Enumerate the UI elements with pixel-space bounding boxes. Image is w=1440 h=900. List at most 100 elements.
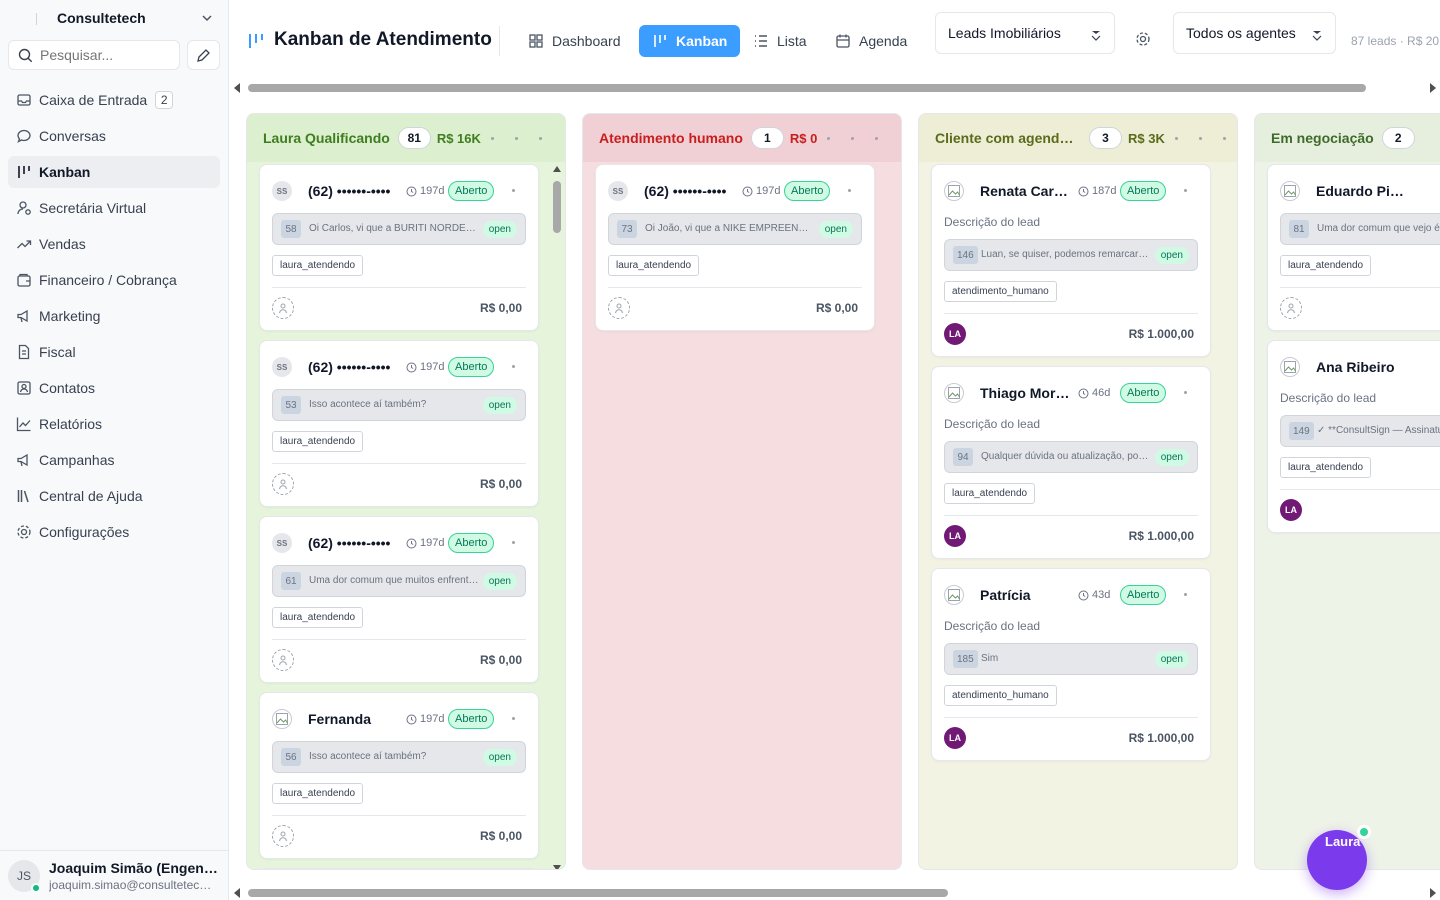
- scrollbar-thumb[interactable]: [553, 181, 561, 233]
- user-name: Joaquim Simão (Engenharia): [49, 860, 221, 876]
- scroll-left-arrow[interactable]: [234, 83, 240, 93]
- sidebar-item-central[interactable]: Central de Ajuda: [8, 480, 220, 512]
- scroll-right-arrow[interactable]: [1430, 888, 1436, 898]
- tab-lista[interactable]: Lista: [740, 25, 820, 57]
- lead-card[interactable]: Renata Cardoso 187dAberto Descrição do lea…: [931, 164, 1211, 357]
- sidebar-item-kanban[interactable]: Kanban: [8, 156, 220, 188]
- agent-select[interactable]: Todos os agentes: [1173, 12, 1336, 54]
- tab-agenda[interactable]: Agenda: [822, 25, 920, 57]
- scroll-up-arrow[interactable]: [553, 166, 561, 172]
- owner-avatar[interactable]: LA: [944, 525, 966, 547]
- last-message[interactable]: 56 Isso acontece aí também? open: [272, 741, 526, 773]
- lead-card[interactable]: SS (62) ••••••-•••• 197d Aberto 73 Oi João, v…: [595, 164, 875, 331]
- assign-owner-button[interactable]: [608, 297, 630, 319]
- card-menu-button[interactable]: [1184, 189, 1187, 192]
- sidebar-item-marketing[interactable]: Marketing: [8, 300, 220, 332]
- sidebar-item-configuracoes[interactable]: Configurações: [8, 516, 220, 548]
- chevron-down-icon: [202, 15, 212, 22]
- card-divider: [272, 639, 526, 640]
- column-actions[interactable]: [1174, 136, 1226, 140]
- lead-tag[interactable]: laura_atendendo: [272, 607, 364, 628]
- pipeline-select[interactable]: Leads Imobiliários: [935, 12, 1115, 54]
- column-header[interactable]: Laura Qualificando 81 R$ 16K: [247, 114, 565, 162]
- lead-tag[interactable]: atendimento_humano: [944, 685, 1057, 706]
- lead-tag[interactable]: laura_atendendo: [608, 255, 700, 276]
- assign-owner-button[interactable]: [1280, 297, 1302, 319]
- card-menu-button[interactable]: [512, 365, 515, 368]
- tab-dashboard[interactable]: Dashboard: [515, 25, 634, 57]
- lead-card[interactable]: SS (62) ••••••-•••• 197d Aberto 53 Isso acont…: [259, 340, 539, 507]
- assistant-button[interactable]: Laura: [1307, 825, 1371, 890]
- sidebar-item-vendas[interactable]: Vendas: [8, 228, 220, 260]
- column-header[interactable]: Cliente com agendamento 3 R$ 3K: [919, 114, 1237, 162]
- sidebar-item-relatorios[interactable]: Relatórios: [8, 408, 220, 440]
- column-scrollbar[interactable]: [551, 166, 563, 869]
- lead-card[interactable]: Fernanda 197d Aberto 56 Isso acontece aí tam…: [259, 692, 539, 859]
- last-message[interactable]: 81 Uma dor comum que vejo é...: [1280, 213, 1440, 245]
- lead-tag[interactable]: atendimento_humano: [944, 281, 1057, 302]
- lead-tag[interactable]: laura_atendendo: [272, 431, 364, 452]
- scrollbar-thumb[interactable]: [248, 889, 948, 897]
- lead-card[interactable]: Patrícia 43d Aberto Descrição do lead 185 Sim…: [931, 568, 1211, 761]
- column-header[interactable]: Atendimento humano 1 R$ 0: [583, 114, 901, 162]
- gear-icon[interactable]: [1135, 31, 1151, 47]
- scroll-left-arrow[interactable]: [234, 888, 240, 898]
- column-header[interactable]: Em negociação 2: [1255, 114, 1440, 162]
- compose-button[interactable]: [187, 40, 220, 70]
- column-actions[interactable]: [490, 136, 542, 140]
- sidebar-item-contatos[interactable]: Contatos: [8, 372, 220, 404]
- lead-card[interactable]: Ana Ribeiro Descrição do lead 149 ✓ **Consu…: [1267, 340, 1440, 533]
- scroll-down-arrow[interactable]: [553, 865, 561, 869]
- board-scrollbar-bottom[interactable]: [230, 885, 1440, 900]
- status-badge: Aberto: [448, 181, 495, 201]
- last-message[interactable]: 53 Isso acontece aí também? open: [272, 389, 526, 421]
- lead-card[interactable]: SS (62) ••••••-•••• 197d Aberto 61 Uma dor co…: [259, 516, 539, 683]
- assign-owner-button[interactable]: [272, 649, 294, 671]
- scrollbar-thumb[interactable]: [248, 84, 1366, 92]
- card-menu-button[interactable]: [848, 189, 851, 192]
- last-message[interactable]: 146Luan, se quiser, podemos remarcar nos…: [944, 239, 1198, 271]
- lead-tag[interactable]: laura_atendendo: [944, 483, 1036, 504]
- user-placeholder-icon: [279, 303, 287, 314]
- column-actions[interactable]: [827, 136, 879, 140]
- sidebar-item-financeiro[interactable]: Financeiro / Cobrança: [8, 264, 220, 296]
- lead-card[interactable]: Thiago Moraes 46d Aberto Descrição do lead 9…: [931, 366, 1211, 559]
- last-message[interactable]: 73 Oi João, vi que a NIKE EMPREENDIMENTOS…: [608, 213, 862, 245]
- search-input[interactable]: [40, 45, 175, 65]
- user-profile[interactable]: JS Joaquim Simão (Engenharia) joaquim.si…: [0, 850, 229, 900]
- assign-owner-button[interactable]: [272, 473, 294, 495]
- last-message[interactable]: 61 Uma dor comum que muitos enfrentam... o…: [272, 565, 526, 597]
- owner-avatar[interactable]: LA: [1280, 499, 1302, 521]
- card-menu-button[interactable]: [512, 189, 515, 192]
- sidebar-item-conversas[interactable]: Conversas: [8, 120, 220, 152]
- last-message[interactable]: 149 ✓ **ConsultSign — Assinatura: [1280, 415, 1440, 447]
- assign-owner-button[interactable]: [272, 297, 294, 319]
- board-scrollbar-top[interactable]: [230, 80, 1440, 96]
- broken-image-icon: [276, 713, 288, 725]
- owner-avatar[interactable]: LA: [944, 323, 966, 345]
- lead-tag[interactable]: laura_atendendo: [1280, 255, 1372, 276]
- assign-owner-button[interactable]: [272, 825, 294, 847]
- broken-image-icon: [948, 185, 960, 197]
- last-message[interactable]: 58 Oi Carlos, vi que a BURITI NORDESTE LT…: [272, 213, 526, 245]
- sidebar-item-fiscal[interactable]: Fiscal: [8, 336, 220, 368]
- last-message[interactable]: 94 Qualquer dúvida ou atualização, pode m…: [944, 441, 1198, 473]
- lead-card[interactable]: Eduardo Pires 81 Uma dor comum que vejo é.…: [1267, 164, 1440, 331]
- scroll-right-arrow[interactable]: [1430, 83, 1436, 93]
- lead-card[interactable]: [259, 868, 539, 869]
- card-menu-button[interactable]: [512, 541, 515, 544]
- lead-tag[interactable]: laura_atendendo: [272, 255, 364, 276]
- tab-kanban[interactable]: Kanban: [639, 25, 741, 57]
- last-message[interactable]: 185 Sim open: [944, 643, 1198, 675]
- sidebar-item-secretaria[interactable]: Secretária Virtual: [8, 192, 220, 224]
- lead-tag[interactable]: laura_atendendo: [272, 783, 364, 804]
- lead-tag[interactable]: laura_atendendo: [1280, 457, 1372, 478]
- org-switcher[interactable]: Consultetech: [0, 0, 229, 38]
- card-menu-button[interactable]: [1184, 593, 1187, 596]
- lead-card[interactable]: SS (62) ••••••-•••• 197d Aberto 58 Oi Carlos,…: [259, 164, 539, 331]
- card-menu-button[interactable]: [1184, 391, 1187, 394]
- owner-avatar[interactable]: LA: [944, 727, 966, 749]
- card-menu-button[interactable]: [512, 717, 515, 720]
- sidebar-item-campanhas[interactable]: Campanhas: [8, 444, 220, 476]
- sidebar-item-caixa[interactable]: Caixa de Entrada 2: [8, 84, 220, 116]
